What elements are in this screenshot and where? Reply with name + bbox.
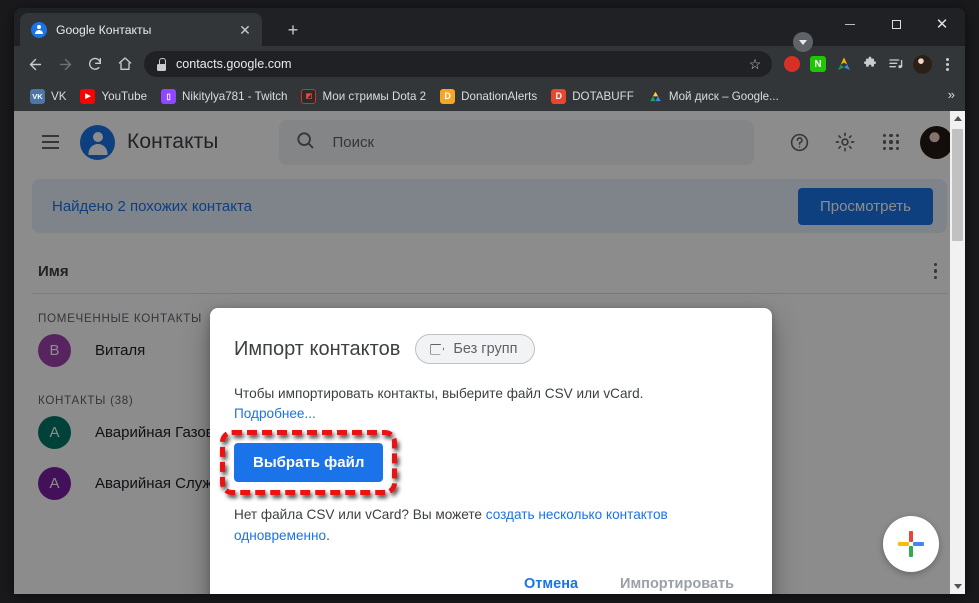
tag-icon (430, 344, 444, 355)
bookmark-label: Nikitylya781 - Twitch (182, 90, 288, 103)
contacts-favicon (31, 21, 47, 38)
reload-icon[interactable] (80, 49, 110, 79)
dialog-title: Импорт контактов (234, 337, 401, 360)
bookmark-dotabuff[interactable]: D DOTABUFF (544, 86, 641, 107)
scroll-down-arrow-icon[interactable] (950, 579, 965, 594)
bookmarks-bar: VK VK ▶ YouTube ▯ Nikitylya781 - Twitch … (14, 82, 965, 111)
dotabuff-icon: D (551, 89, 567, 104)
import-contacts-dialog: Импорт контактов Без групп Чтобы импорти… (210, 308, 772, 594)
bookmark-youtube[interactable]: ▶ YouTube (73, 86, 154, 107)
bookmark-label: DonationAlerts (461, 90, 538, 103)
help-icon[interactable] (782, 125, 816, 159)
note-prefix: Нет файла CSV или vCard? Вы можете (234, 506, 486, 522)
dota-icon: ◩ (301, 89, 317, 104)
page-content: Контакты Поиск Найдено 2 похожих контакт… (14, 111, 965, 594)
contact-name: Виталя (95, 342, 146, 360)
contacts-logo-icon (80, 124, 115, 160)
avatar: А (38, 416, 71, 450)
dialog-instruction: Чтобы импортировать контакты, выберите ф… (234, 386, 644, 401)
avatar: А (38, 467, 71, 501)
window-controls: ✕ (827, 8, 965, 40)
apps-grid-icon[interactable] (874, 125, 908, 159)
new-tab-button[interactable]: + (280, 17, 306, 43)
forward-arrow-icon[interactable] (50, 49, 80, 79)
close-window-button[interactable]: ✕ (919, 8, 965, 40)
bookmark-label: Мои стримы Dota 2 (322, 90, 427, 103)
header-actions (782, 125, 953, 159)
vertical-scrollbar[interactable] (950, 111, 965, 594)
list-options-icon[interactable] (930, 259, 941, 283)
url-text: contacts.google.com (176, 57, 292, 71)
learn-more-link[interactable]: Подробнее... (234, 406, 316, 421)
bookmark-label: Мой диск – Google... (668, 90, 779, 103)
bookmark-label: DOTABUFF (572, 90, 634, 103)
duplicates-banner: Найдено 2 похожих контакта Просмотреть (32, 179, 947, 233)
chip-label: Без групп (453, 341, 518, 357)
search-placeholder: Поиск (332, 133, 375, 151)
vk-icon: VK (30, 89, 45, 104)
back-arrow-icon[interactable] (20, 49, 50, 79)
scrollbar-thumb[interactable] (952, 129, 963, 241)
tab-strip: Google Контакты ✕ + ✕ (14, 8, 965, 52)
bookmark-donationalerts[interactable]: D DonationAlerts (433, 86, 544, 107)
app-title: Контакты (127, 130, 219, 153)
download-indicator-icon[interactable] (793, 32, 813, 52)
close-tab-icon[interactable]: ✕ (236, 21, 254, 39)
browser-menu-icon[interactable] (935, 52, 959, 76)
bookmark-label: VK (51, 90, 67, 103)
app-brand: Контакты (80, 124, 219, 160)
cancel-button[interactable]: Отмена (510, 567, 592, 594)
youtube-icon: ▶ (80, 89, 96, 104)
google-drive-icon (648, 89, 663, 104)
import-button[interactable]: Импортировать (606, 567, 748, 594)
dialog-note: Нет файла CSV или vCard? Вы можете созда… (234, 504, 748, 546)
bookmark-dota-streams[interactable]: ◩ Мои стримы Dota 2 (294, 86, 433, 107)
maximize-button[interactable] (873, 8, 919, 40)
app-header: Контакты Поиск (14, 111, 965, 173)
bookmark-twitch[interactable]: ▯ Nikitylya781 - Twitch (154, 86, 294, 107)
account-avatar[interactable] (920, 125, 953, 159)
review-duplicates-button[interactable]: Просмотреть (797, 187, 933, 225)
group-chip[interactable]: Без групп (415, 334, 536, 364)
plus-icon (898, 531, 924, 557)
bookmark-star-icon[interactable]: ☆ (743, 52, 767, 76)
bookmark-google-drive[interactable]: Мой диск – Google... (641, 86, 786, 107)
gear-icon[interactable] (828, 125, 862, 159)
menu-hamburger-icon[interactable] (30, 122, 70, 162)
lock-icon (156, 58, 167, 71)
choose-file-highlight-wrap: Выбрать файл (220, 429, 398, 495)
browser-extensions-puzzle-icon[interactable] (857, 51, 883, 77)
browser-media-list-icon[interactable] (883, 51, 909, 77)
create-contact-button[interactable] (883, 516, 939, 572)
bookmarks-overflow-icon[interactable]: » (948, 88, 955, 101)
browser-extension-colorful-icon[interactable] (831, 51, 857, 77)
avatar: В (38, 334, 71, 368)
address-bar[interactable]: contacts.google.com ☆ (144, 51, 772, 77)
minimize-button[interactable] (827, 8, 873, 40)
browser-tab[interactable]: Google Контакты ✕ (20, 13, 262, 46)
dialog-header: Импорт контактов Без групп (234, 334, 748, 364)
search-input[interactable]: Поиск (278, 119, 754, 165)
browser-toolbar: contacts.google.com ☆ N (14, 46, 965, 82)
home-icon[interactable] (110, 49, 140, 79)
desktop-root: Google Контакты ✕ + ✕ contacts.google.co… (0, 0, 979, 603)
bookmark-label: YouTube (101, 90, 148, 103)
choose-file-button[interactable]: Выбрать файл (234, 442, 384, 482)
column-header-name: Имя (38, 262, 69, 280)
search-icon (295, 130, 315, 155)
banner-text: Найдено 2 похожих контакта (52, 197, 253, 215)
note-suffix: . (326, 527, 330, 543)
dialog-body: Чтобы импортировать контакты, выберите ф… (234, 384, 748, 425)
dialog-actions: Отмена Импортировать (510, 567, 748, 594)
browser-extension-1-icon[interactable] (779, 51, 805, 77)
browser-window: Google Контакты ✕ + ✕ contacts.google.co… (14, 8, 965, 594)
donationalerts-icon: D (440, 89, 456, 104)
bookmark-vk[interactable]: VK VK (23, 86, 73, 107)
profile-avatar-icon[interactable] (909, 51, 935, 77)
contacts-list-header: Имя (32, 259, 947, 295)
browser-extension-naver-icon[interactable]: N (805, 51, 831, 77)
twitch-icon: ▯ (161, 89, 177, 104)
scroll-up-arrow-icon[interactable] (950, 111, 965, 126)
tab-title: Google Контакты (56, 22, 152, 37)
